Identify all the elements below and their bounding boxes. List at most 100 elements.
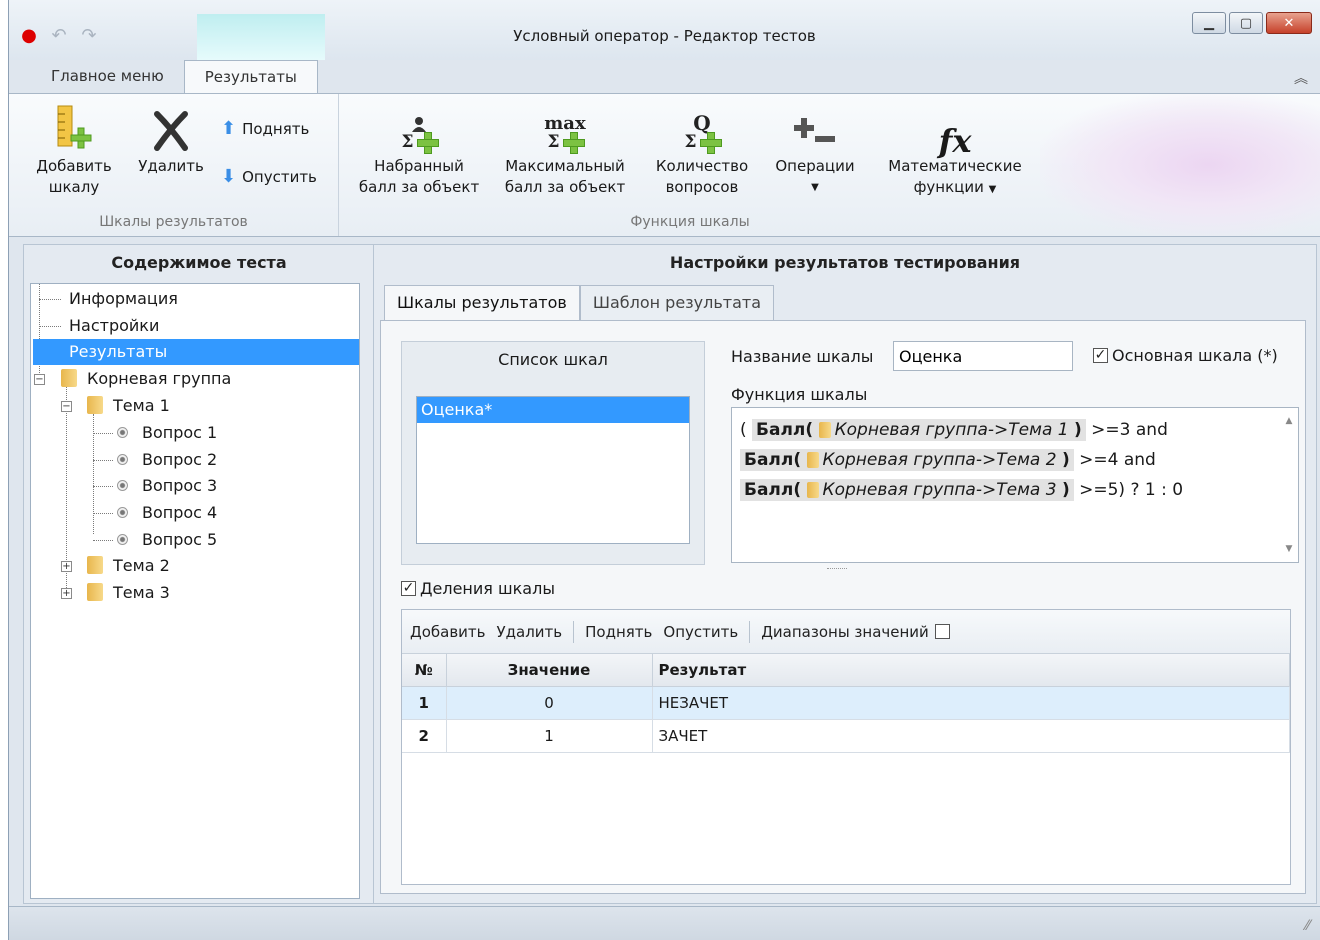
- folder-icon: [87, 396, 103, 414]
- tree-item-topic1[interactable]: Тема 1: [87, 393, 170, 419]
- math-functions-button[interactable]: fx Математические функции ▼: [875, 102, 1035, 200]
- tree-item-topic2[interactable]: Тема 2: [87, 553, 170, 579]
- group-label-scales: Шкалы результатов: [99, 214, 248, 230]
- row-value[interactable]: 1: [446, 719, 653, 753]
- collapse-ribbon-icon[interactable]: ︽: [1294, 68, 1308, 88]
- tab-main-menu[interactable]: Главное меню: [31, 60, 184, 94]
- grid-add-button[interactable]: Добавить: [410, 623, 486, 641]
- grid-delete-button[interactable]: Удалить: [497, 623, 563, 641]
- score-per-object-button[interactable]: Σ Набранный балл за объект: [353, 102, 485, 198]
- q5-label: Вопрос 5: [142, 530, 218, 549]
- tree-item-topic3[interactable]: Тема 3: [87, 580, 170, 606]
- expand-topic2-icon[interactable]: +: [61, 561, 72, 572]
- tree-item-results[interactable]: Результаты: [33, 339, 359, 365]
- main-scale-checkbox[interactable]: ✓ Основная шкала (*): [1093, 346, 1278, 365]
- row-value[interactable]: 0: [446, 686, 653, 720]
- delete-icon: [127, 102, 215, 152]
- function-line-1: ( Балл( Корневая группа->Тема 1 ) >=3 an…: [740, 419, 1168, 441]
- group-label-function: Функция шкалы: [630, 214, 750, 230]
- q3-label: Вопрос 3: [142, 476, 218, 495]
- tab-result-template[interactable]: Шаблон результата: [579, 285, 775, 321]
- scale-list-item[interactable]: Оценка*: [417, 397, 689, 423]
- scale-name-input[interactable]: [893, 341, 1073, 371]
- folder-icon: [806, 482, 819, 498]
- question-icon: [117, 480, 128, 491]
- question-count-button[interactable]: Q Σ Количество вопросов: [645, 102, 759, 198]
- ribbon: Добавить шкалу Удалить ⬆ Поднять ⬇ Опуст…: [9, 93, 1320, 237]
- plus-minus-icon: [769, 102, 861, 152]
- math-label-2: функции: [913, 178, 984, 196]
- question-icon: [117, 454, 128, 465]
- ribbon-group-scales: Добавить шкалу Удалить ⬆ Поднять ⬇ Опуст…: [9, 94, 339, 236]
- resize-grip-icon[interactable]: ⁄⁄: [1305, 918, 1310, 934]
- collapse-root-icon[interactable]: −: [34, 374, 45, 385]
- row-num: 1: [402, 686, 447, 720]
- toolbar-divider: [573, 620, 575, 643]
- window-title: Условный оператор - Редактор тестов: [513, 27, 816, 45]
- divisions-grid: Добавить Удалить Поднять Опустить Диапаз…: [401, 609, 1291, 885]
- tree-item-info[interactable]: Информация: [69, 286, 178, 312]
- score-chip-1[interactable]: Балл( Корневая группа->Тема 1 ): [752, 419, 1086, 441]
- col-header-num[interactable]: №: [402, 654, 447, 687]
- tree-item-q1[interactable]: Вопрос 1: [117, 420, 217, 446]
- expand-topic3-icon[interactable]: +: [61, 588, 72, 599]
- score-label-1: Набранный: [374, 157, 464, 175]
- function-line-2: Балл( Корневая группа->Тема 2 ) >=4 and: [740, 449, 1156, 471]
- add-scale-label-1: Добавить: [36, 157, 112, 175]
- row-result[interactable]: ЗАЧЕТ: [652, 719, 1290, 753]
- app-window: ● ↶ ↷ Условный оператор - Редактор тесто…: [8, 0, 1320, 940]
- minimize-button[interactable]: ▁: [1192, 12, 1226, 34]
- col-header-value[interactable]: Значение: [446, 654, 653, 687]
- divisions-checkbox[interactable]: ✓ Деления шкалы: [401, 579, 555, 598]
- tab-results[interactable]: Результаты: [183, 60, 318, 94]
- table-row[interactable]: 1 0 НЕЗАЧЕТ: [402, 686, 1290, 720]
- topic2-label: Тема 2: [113, 556, 170, 575]
- folder-icon: [87, 556, 103, 574]
- function-scrollbar[interactable]: ▲ ▼: [1280, 408, 1298, 562]
- scale-name-label: Название шкалы: [731, 347, 874, 366]
- function-editor[interactable]: ( Балл( Корневая группа->Тема 1 ) >=3 an…: [731, 407, 1299, 563]
- grid-down-button[interactable]: Опустить: [663, 623, 738, 641]
- results-tabs: Шкалы результатов Шаблон результата: [384, 285, 775, 321]
- maximize-button[interactable]: ▢: [1229, 12, 1263, 34]
- add-scale-button[interactable]: Добавить шкалу: [29, 102, 119, 198]
- ranges-checkbox[interactable]: [934, 624, 950, 639]
- scroll-up-icon[interactable]: ▲: [1280, 416, 1298, 426]
- delete-scale-button[interactable]: Удалить: [127, 102, 215, 177]
- tree-item-settings[interactable]: Настройки: [69, 313, 159, 339]
- tree-item-q5[interactable]: Вопрос 5: [117, 527, 217, 553]
- move-down-button[interactable]: ⬇ Опустить: [221, 166, 317, 187]
- row-num: 2: [402, 719, 447, 753]
- score-sum-icon: Σ: [353, 102, 485, 154]
- col-header-result[interactable]: Результат: [652, 654, 1290, 687]
- tree-item-q4[interactable]: Вопрос 4: [117, 500, 217, 526]
- window-controls: ▁ ▢ ✕: [1192, 12, 1312, 34]
- tree-item-q3[interactable]: Вопрос 3: [117, 473, 217, 499]
- editor-splitter[interactable]: [827, 568, 847, 569]
- tree-item-q2[interactable]: Вопрос 2: [117, 447, 217, 473]
- row-result[interactable]: НЕЗАЧЕТ: [652, 686, 1290, 720]
- score-chip-3[interactable]: Балл( Корневая группа->Тема 3 ): [740, 479, 1074, 501]
- divisions-table: № Значение Результат 1 0 НЕЗАЧЕТ 2 1 ЗАЧ…: [402, 654, 1290, 753]
- scroll-down-icon[interactable]: ▼: [1280, 544, 1298, 554]
- tree-item-root-group[interactable]: Корневая группа: [61, 366, 231, 392]
- move-up-button[interactable]: ⬆ Поднять: [221, 118, 309, 139]
- close-button[interactable]: ✕: [1266, 12, 1312, 34]
- grid-up-button[interactable]: Поднять: [585, 623, 652, 641]
- arrow-down-icon: ⬇: [221, 166, 237, 187]
- collapse-topic1-icon[interactable]: −: [61, 401, 72, 412]
- question-count-icon: Q Σ: [645, 102, 759, 154]
- max-score-button[interactable]: max Σ Максимальный балл за объект: [495, 102, 635, 198]
- operations-label: Операции: [775, 157, 855, 175]
- add-scale-icon: [29, 102, 119, 152]
- operations-button[interactable]: Операции ▼: [769, 102, 861, 198]
- max-label-2: балл за объект: [504, 178, 626, 196]
- ribbon-decoration: [1040, 94, 1320, 236]
- scales-listbox[interactable]: Оценка*: [416, 396, 690, 544]
- count-label-1: Количество: [655, 157, 749, 175]
- score-chip-2[interactable]: Балл( Корневая группа->Тема 2 ): [740, 449, 1074, 471]
- table-row[interactable]: 2 1 ЗАЧЕТ: [402, 719, 1290, 753]
- score-label-2: балл за объект: [358, 178, 480, 196]
- q1-label: Вопрос 1: [142, 423, 218, 442]
- tab-result-scales[interactable]: Шкалы результатов: [384, 285, 580, 321]
